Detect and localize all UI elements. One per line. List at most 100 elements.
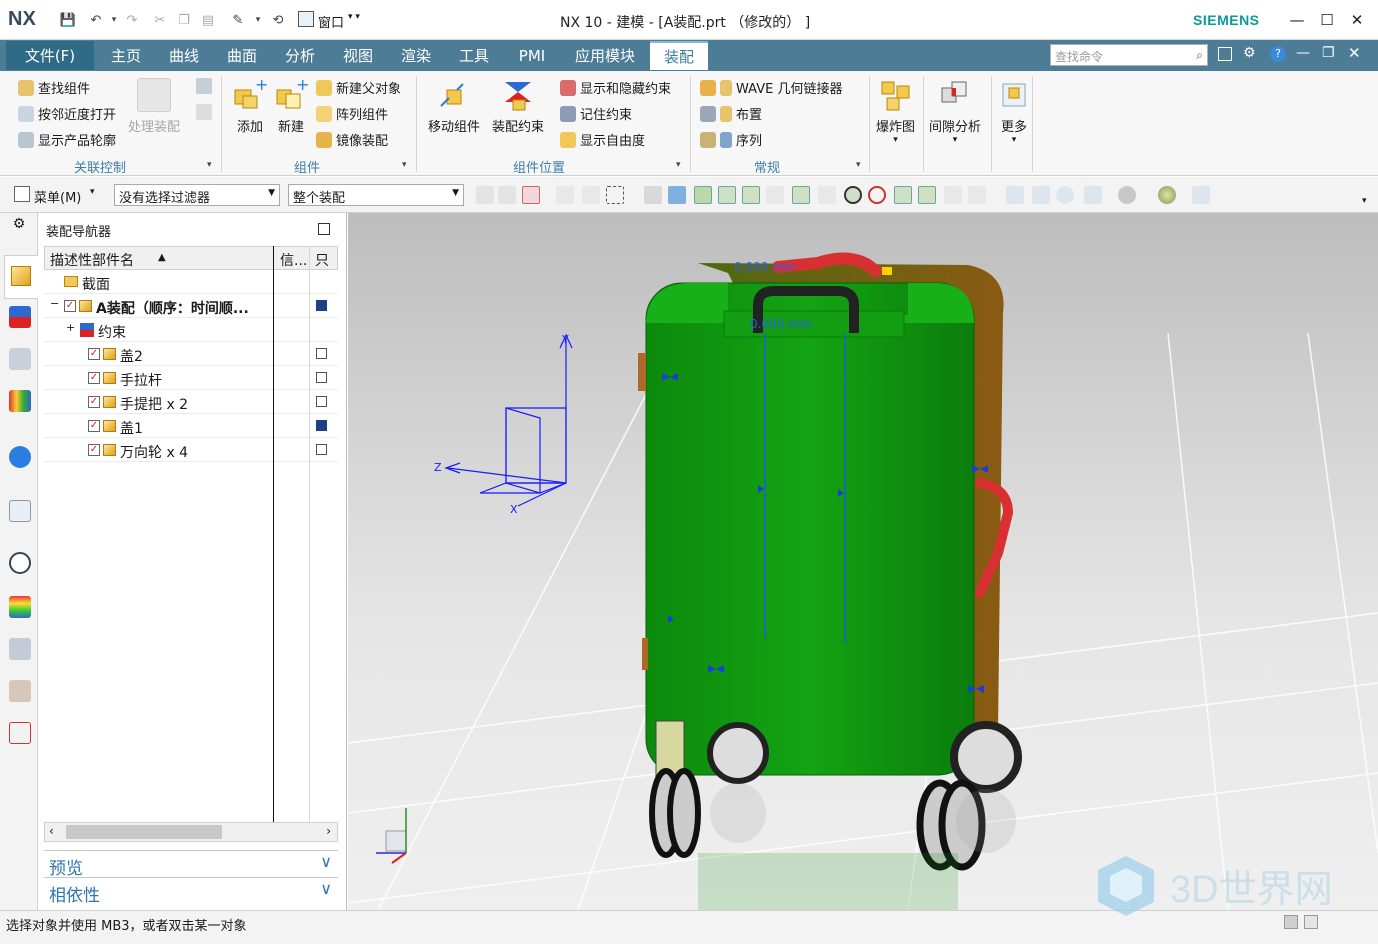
orient-view-icon[interactable] (1084, 186, 1102, 204)
exploded-view-dropdown-icon[interactable]: ▾ (893, 135, 898, 145)
new-component-button[interactable]: + 新建 (274, 75, 309, 135)
show-hide-constraints-button[interactable]: 显示和隐藏约束 (560, 78, 671, 97)
snap-endpoint-icon[interactable] (694, 186, 712, 204)
search-icon[interactable]: ⌕ (1196, 48, 1203, 63)
visibility-checkbox[interactable]: ✓ (64, 300, 76, 312)
show-dof-button[interactable]: 显示自由度 (560, 130, 645, 149)
dependency-section[interactable]: 相依性 ∨ (44, 877, 338, 906)
visibility-checkbox[interactable]: ✓ (88, 444, 100, 456)
group1-dropdown-icon[interactable]: ▾ (207, 160, 212, 170)
clearance-analysis-button[interactable]: 间隙分析 ▾ (929, 78, 981, 145)
tab-surface[interactable]: 曲面 (218, 41, 266, 70)
save-status-icon[interactable] (316, 300, 327, 311)
undo-dropdown-icon[interactable]: ▾ (104, 10, 124, 30)
snap-face-icon[interactable] (944, 186, 962, 204)
tab-tools[interactable]: 工具 (450, 41, 498, 70)
information-icon[interactable] (9, 446, 31, 468)
open-by-proximity-button[interactable]: 按邻近度打开 (18, 104, 116, 123)
clearance-dropdown-icon[interactable]: ▾ (953, 135, 958, 145)
repeat-command-icon[interactable]: ⟲ (268, 10, 288, 30)
tab-pmi[interactable]: PMI (508, 41, 556, 70)
select-curve-icon[interactable] (582, 186, 600, 204)
group4-dropdown-icon[interactable]: ▾ (856, 160, 861, 170)
system-materials-icon[interactable] (9, 596, 31, 618)
reuse-library-icon[interactable] (9, 390, 31, 412)
history-icon[interactable] (9, 552, 31, 574)
toolbar-overflow-icon[interactable]: ▾ (1362, 196, 1367, 206)
more-dropdown-icon[interactable]: ▾ (1012, 135, 1017, 145)
more-button[interactable]: 更多 ▾ (997, 78, 1031, 145)
select-edge-icon[interactable] (556, 186, 574, 204)
zoom-icon[interactable] (1032, 186, 1050, 204)
wcs-triad[interactable] (444, 333, 573, 507)
constraint-navigator-icon[interactable] (9, 306, 31, 328)
scroll-right-icon[interactable]: › (326, 824, 331, 838)
move-component-button[interactable]: 移动组件 (428, 78, 480, 135)
tree-row[interactable]: ✓ 手提把 x 2 (44, 390, 338, 414)
suitcase-front-shell[interactable] (645, 282, 975, 776)
resource-settings-icon[interactable]: ⚙ (10, 216, 28, 234)
close-button[interactable]: ✕ (1344, 8, 1370, 32)
pattern-component-button[interactable]: 阵列组件 (316, 104, 388, 123)
tab-analysis[interactable]: 分析 (276, 41, 324, 70)
fit-view-icon[interactable] (1006, 186, 1024, 204)
assembly-constraint-button[interactable]: 装配约束 (492, 78, 544, 135)
process-studio-icon[interactable] (9, 638, 31, 660)
snap-center-icon[interactable] (844, 186, 862, 204)
find-component-button[interactable]: 查找组件 (18, 78, 90, 97)
snap-bar-icon[interactable] (968, 186, 986, 204)
snap-quadrant-icon[interactable] (818, 186, 836, 204)
snap-point-icon[interactable] (894, 186, 912, 204)
scrollbar-thumb[interactable] (66, 825, 222, 839)
roles-icon[interactable] (9, 680, 31, 702)
rectangle-select-icon[interactable] (606, 186, 624, 204)
save-icon[interactable]: 💾 (58, 10, 78, 30)
tree-row[interactable]: ✓ 手拉杆 (44, 366, 338, 390)
snap-circle-icon[interactable] (868, 186, 886, 204)
3d-scene[interactable]: Y Z X 0.000 mm 0.000 mm (348, 213, 1378, 910)
readonly-checkbox[interactable] (316, 444, 327, 455)
column-header-info[interactable]: 信... (280, 250, 307, 270)
graphics-viewport[interactable]: Y Z X 0.000 mm 0.000 mm (348, 213, 1378, 910)
visibility-icon[interactable] (1192, 186, 1210, 204)
readonly-checkbox[interactable] (316, 348, 327, 359)
remember-constraints-button[interactable]: 记住约束 (560, 104, 632, 123)
arrangement-button[interactable]: 布置 (700, 104, 762, 123)
ribbon-minimize-icon[interactable]: — (1296, 45, 1310, 61)
tree-row[interactable]: − ✓ A装配（顺序：时间顺... (44, 294, 338, 318)
menu-dropdown-icon[interactable]: ▾ (90, 187, 95, 197)
assembly-navigator-tab[interactable] (4, 255, 38, 299)
process-assembly-button[interactable]: 处理装配 (128, 78, 180, 135)
paste-icon[interactable]: ▤ (198, 10, 218, 30)
shaded-icon[interactable] (644, 186, 662, 204)
wave-linker-button[interactable]: WAVE 几何链接器 (700, 78, 842, 97)
tree-row[interactable]: 截面 (44, 270, 338, 294)
new-parent-button[interactable]: 新建父对象 (316, 78, 401, 97)
touch-dropdown-icon[interactable]: ▾ (248, 10, 268, 30)
view-cube-icon[interactable] (668, 186, 686, 204)
copy-icon[interactable]: ❐ (174, 10, 194, 30)
view-triad[interactable] (376, 808, 407, 864)
redo-icon[interactable]: ↷ (122, 10, 142, 30)
preview-section[interactable]: 预览 ∨ (44, 850, 338, 879)
render-style-icon[interactable] (1118, 186, 1136, 204)
tree-row[interactable]: ✓ 盖1 (44, 414, 338, 438)
web-browser-icon[interactable] (9, 500, 31, 522)
tab-home[interactable]: 主页 (102, 41, 150, 70)
collapse-icon[interactable]: − (50, 297, 59, 310)
snap-on-curve-icon[interactable] (918, 186, 936, 204)
touch-mode-icon[interactable]: ✎ (228, 10, 248, 30)
snap-curve-icon[interactable] (766, 186, 784, 204)
visibility-checkbox[interactable]: ✓ (88, 348, 100, 360)
tab-view[interactable]: 视图 (334, 41, 382, 70)
add-component-button[interactable]: + 添加 (233, 75, 268, 135)
ribbon-restore-icon[interactable]: ❐ (1322, 45, 1335, 61)
dimension-label[interactable]: 0.000 mm (734, 260, 796, 274)
sort-ascending-icon[interactable]: ▲ (158, 252, 166, 263)
selection-scope-dropdown[interactable]: 整个装配 ▼ (288, 184, 464, 206)
mirror-assembly-button[interactable]: 镜像装配 (316, 130, 388, 149)
ribbon-settings-icon[interactable]: ⚙ (1243, 45, 1256, 61)
window-menu[interactable]: 窗口 (318, 12, 344, 31)
snap-midpoint-icon[interactable] (718, 186, 736, 204)
window-dropdown-icon[interactable]: ▾ ▾ (348, 12, 360, 22)
